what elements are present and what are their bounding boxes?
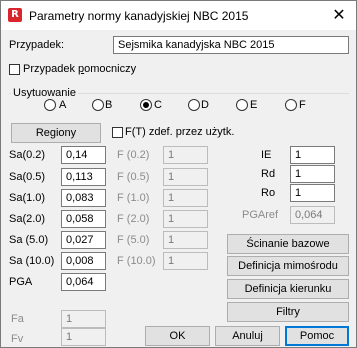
- f-5-0-field: 1: [163, 231, 208, 249]
- sa-1-0-label: Sa(1.0): [9, 192, 46, 204]
- radio-location-b[interactable]: [92, 99, 104, 111]
- ie-field[interactable]: 1: [290, 146, 335, 164]
- radio-location-c[interactable]: [140, 99, 152, 111]
- radio-location-b-label: B: [105, 99, 113, 111]
- sa-0-5-label: Sa(0.5): [9, 171, 46, 183]
- case-name-field[interactable]: Sejsmika kanadyjska NBC 2015: [113, 36, 349, 54]
- f-2-0-field: 1: [163, 210, 208, 228]
- rd-label: Rd: [261, 168, 276, 180]
- filters-button[interactable]: Filtry: [227, 302, 349, 322]
- sa-1-0-field[interactable]: 0,083: [61, 189, 106, 207]
- location-group-label: Usytuowanie: [11, 87, 78, 99]
- radio-location-d-label: D: [201, 99, 209, 111]
- f-0-2-label: F (0.2): [117, 149, 150, 161]
- eccentricity-definition-button[interactable]: Definicja mimośrodu: [227, 256, 349, 276]
- f-0-5-label: F (0.5): [117, 171, 150, 183]
- sa-0-2-label: Sa(0.2): [9, 149, 46, 161]
- close-icon[interactable]: ✕: [322, 1, 356, 30]
- aux-case-label: Przypadek pomocniczy: [23, 63, 137, 75]
- radio-location-c-label: C: [154, 99, 162, 111]
- help-button[interactable]: Pomoc: [285, 326, 349, 346]
- f-0-2-field: 1: [163, 146, 208, 164]
- pga-label: PGA: [9, 276, 33, 288]
- ok-button[interactable]: OK: [145, 326, 210, 346]
- aux-case-checkbox[interactable]: [9, 64, 20, 75]
- case-label: Przypadek:: [9, 39, 65, 51]
- f-2-0-label: F (2.0): [117, 213, 150, 225]
- radio-location-a[interactable]: [44, 99, 56, 111]
- cancel-button[interactable]: Anuluj: [215, 326, 280, 346]
- app-logo-icon: R: [8, 8, 22, 22]
- dialog-window: R Parametry normy kanadyjskiej NBC 2015 …: [0, 0, 357, 348]
- window-title: Parametry normy kanadyjskiej NBC 2015: [29, 9, 249, 23]
- sa-5-0-field[interactable]: 0,027: [61, 231, 106, 249]
- f-1-0-label: F (1.0): [117, 192, 150, 204]
- f-0-5-field: 1: [163, 168, 208, 186]
- f-10-0-label: F (10.0): [117, 255, 156, 267]
- fa-label: Fa: [11, 313, 24, 325]
- radio-location-a-label: A: [59, 99, 67, 111]
- sa-10-0-field[interactable]: 0,008: [61, 252, 106, 270]
- radio-location-e[interactable]: [236, 99, 248, 111]
- ro-field[interactable]: 1: [290, 184, 335, 202]
- fv-label: Fv: [11, 333, 24, 345]
- f-10-0-field: 1: [163, 252, 208, 270]
- sa-0-5-field[interactable]: 0,113: [61, 168, 106, 186]
- regions-button[interactable]: Regiony: [11, 123, 101, 143]
- sa-2-0-label: Sa(2.0): [9, 213, 46, 225]
- sa-10-0-label: Sa (10.0): [9, 255, 55, 267]
- radio-location-f-label: F: [299, 99, 306, 111]
- pgaref-field: 0,064: [290, 206, 335, 224]
- user-defined-ft-label: F(T) zdef. przez użytk.: [125, 126, 235, 138]
- sa-2-0-field[interactable]: 0,058: [61, 210, 106, 228]
- user-defined-ft-checkbox[interactable]: [112, 127, 123, 138]
- f-5-0-label: F (5.0): [117, 234, 150, 246]
- base-shear-button[interactable]: Ścinanie bazowe: [227, 234, 349, 254]
- radio-location-e-label: E: [250, 99, 258, 111]
- fv-field: 1: [61, 328, 106, 346]
- ro-label: Ro: [261, 187, 276, 199]
- radio-location-f[interactable]: [285, 99, 297, 111]
- sa-0-2-field[interactable]: 0,14: [61, 146, 106, 164]
- title-bar: R Parametry normy kanadyjskiej NBC 2015 …: [1, 1, 356, 30]
- f-1-0-field: 1: [163, 189, 208, 207]
- pga-field[interactable]: 0,064: [61, 273, 106, 291]
- ie-label: IE: [261, 149, 272, 161]
- fa-field: 1: [61, 310, 106, 328]
- rd-field[interactable]: 1: [290, 165, 335, 183]
- direction-definition-button[interactable]: Definicja kierunku: [227, 279, 349, 299]
- sa-5-0-label: Sa (5.0): [9, 234, 49, 246]
- pgaref-label: PGAref: [242, 209, 279, 221]
- radio-location-d[interactable]: [188, 99, 200, 111]
